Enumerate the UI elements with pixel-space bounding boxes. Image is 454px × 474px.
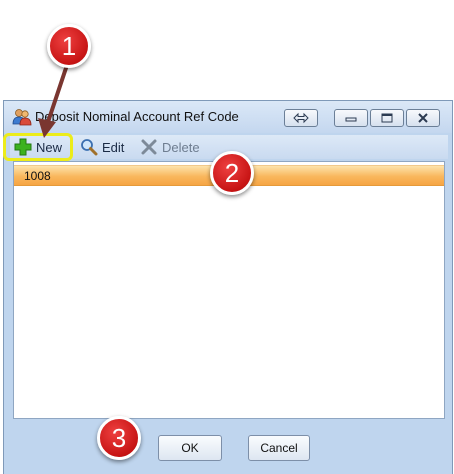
- minimize-icon: [345, 117, 357, 122]
- callout-3: 3: [97, 416, 141, 460]
- edit-button[interactable]: Edit: [80, 138, 124, 156]
- users-icon: [12, 109, 32, 126]
- delete-label: Delete: [162, 139, 200, 155]
- magnifier-icon: [81, 139, 98, 156]
- delete-button[interactable]: Delete: [140, 138, 200, 156]
- list-item-code: 1008: [24, 169, 51, 183]
- ok-button[interactable]: OK: [158, 435, 222, 461]
- title-bar[interactable]: Deposit Nominal Account Ref Code: [4, 101, 452, 133]
- minimize-button[interactable]: [334, 109, 368, 127]
- resize-button[interactable]: [284, 109, 318, 127]
- close-button[interactable]: [406, 109, 440, 127]
- edit-label: Edit: [102, 139, 125, 155]
- cancel-button[interactable]: Cancel: [248, 435, 310, 461]
- maximize-button[interactable]: [370, 109, 404, 127]
- code-list[interactable]: 1008: [13, 161, 445, 419]
- new-button-highlight: [3, 133, 73, 161]
- close-icon: [418, 113, 428, 123]
- delete-x-icon: [141, 139, 157, 155]
- window-title: Deposit Nominal Account Ref Code: [35, 109, 239, 124]
- double-arrow-icon: [293, 112, 309, 124]
- callout-2: 2: [210, 151, 254, 195]
- maximize-icon: [381, 113, 393, 123]
- callout-1: 1: [47, 24, 91, 68]
